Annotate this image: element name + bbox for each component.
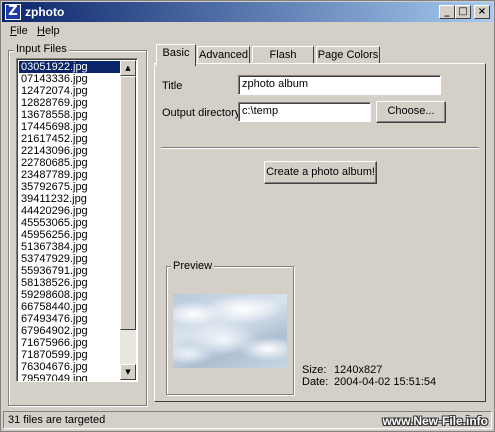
list-item[interactable]: 67493476.jpg — [19, 313, 121, 325]
size-value: 1240x827 — [334, 364, 383, 376]
list-item[interactable]: 03051922.jpg — [19, 61, 121, 73]
separator-line — [161, 147, 479, 149]
list-item[interactable]: 59298608.jpg — [19, 289, 121, 301]
tab-basic[interactable]: Basic — [156, 44, 196, 66]
output-directory-input[interactable]: c:\temp — [238, 102, 371, 122]
list-item[interactable]: 35792675.jpg — [19, 181, 121, 193]
window-title: zphoto — [25, 5, 65, 19]
zphoto-app-icon[interactable]: Z — [5, 4, 21, 20]
date-label: Date: — [302, 376, 329, 388]
status-text: 31 files are targeted — [8, 414, 106, 426]
menu-help[interactable]: Help — [37, 25, 60, 37]
list-item[interactable]: 58138526.jpg — [19, 277, 121, 289]
title-bar[interactable]: Z zphoto _ □ × — [2, 2, 493, 22]
file-list-scrollbar[interactable]: ▲ ▼ — [120, 60, 136, 380]
list-item[interactable]: 71870599.jpg — [19, 349, 121, 361]
list-item[interactable]: 12828769.jpg — [19, 97, 121, 109]
list-item[interactable]: 55936791.jpg — [19, 265, 121, 277]
list-item[interactable]: 17445698.jpg — [19, 121, 121, 133]
watermark-text: www.New-File.info — [382, 414, 488, 428]
date-value: 2004-04-02 15:51:54 — [334, 376, 437, 388]
choose-button[interactable]: Choose... — [376, 101, 446, 123]
file-list-items: 03051922.jpg 07143336.jpg 12472074.jpg 1282… — [19, 61, 121, 381]
scroll-down-arrow-icon[interactable]: ▼ — [120, 364, 136, 380]
list-item[interactable]: 22780685.jpg — [19, 157, 121, 169]
list-item[interactable]: 79597049.jpg — [19, 373, 121, 381]
title-input[interactable]: zphoto album — [238, 75, 441, 95]
list-item[interactable]: 07143336.jpg — [19, 73, 121, 85]
list-item[interactable]: 13678558.jpg — [19, 109, 121, 121]
input-files-label: Input Files — [14, 43, 69, 55]
preview-label: Preview — [171, 260, 215, 272]
size-label: Size: — [302, 364, 327, 376]
minimize-button[interactable]: _ — [439, 5, 455, 19]
list-item[interactable]: 67964902.jpg — [19, 325, 121, 337]
app-window: Z zphoto _ □ × File Help Input Files 030… — [0, 0, 495, 432]
title-label: Title — [162, 80, 183, 92]
list-item[interactable]: 45553065.jpg — [19, 217, 121, 229]
list-item[interactable]: 53747929.jpg — [19, 253, 121, 265]
list-item[interactable]: 44420296.jpg — [19, 205, 121, 217]
list-item[interactable]: 21617452.jpg — [19, 133, 121, 145]
preview-image — [173, 294, 287, 368]
list-item[interactable]: 39411232.jpg — [19, 193, 121, 205]
list-item[interactable]: 12472074.jpg — [19, 85, 121, 97]
create-photo-album-button[interactable]: Create a photo album! — [264, 161, 377, 184]
input-files-list[interactable]: 03051922.jpg 07143336.jpg 12472074.jpg 1282… — [16, 58, 138, 382]
menu-file[interactable]: File — [10, 25, 28, 37]
list-item[interactable]: 71675966.jpg — [19, 337, 121, 349]
list-item[interactable]: 23487789.jpg — [19, 169, 121, 181]
list-item[interactable]: 22143096.jpg — [19, 145, 121, 157]
scroll-up-arrow-icon[interactable]: ▲ — [120, 60, 136, 76]
scroll-thumb[interactable] — [120, 76, 136, 330]
list-item[interactable]: 51367384.jpg — [19, 241, 121, 253]
list-item[interactable]: 76304676.jpg — [19, 361, 121, 373]
list-item[interactable]: 66758440.jpg — [19, 301, 121, 313]
close-button[interactable]: × — [474, 5, 490, 19]
list-item[interactable]: 45956256.jpg — [19, 229, 121, 241]
menu-bar: File Help — [3, 23, 492, 40]
maximize-button[interactable]: □ — [455, 5, 471, 19]
output-directory-label: Output directory — [162, 107, 241, 119]
